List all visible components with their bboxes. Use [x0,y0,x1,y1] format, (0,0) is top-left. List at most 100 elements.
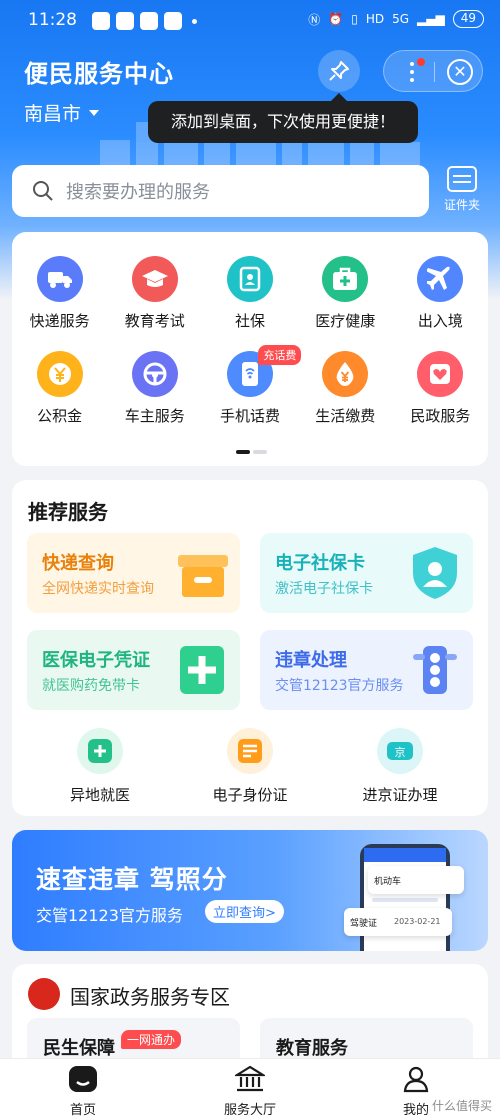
medical-kit-icon [322,256,369,302]
medical-cross-icon [180,646,224,694]
pin-to-desktop-button[interactable] [318,50,360,92]
service-label: 社保 [234,312,265,330]
tile-subtitle: 就医购药免带卡 [42,678,140,694]
notification-app-icon [140,12,158,30]
service-utilities[interactable]: 生活缴费 [298,351,393,426]
pin-icon [329,61,349,81]
gov-tile-title: 民生保障 [43,1038,115,1059]
query-now-button[interactable]: 立即查询> [205,900,284,923]
search-icon [33,181,53,201]
tile-express-query[interactable]: 快递查询 全网快递实时查询 [27,533,240,613]
service-car-owner[interactable]: 车主服务 [107,351,202,426]
license-label: 驾驶证 [350,919,378,929]
shield-person-icon [413,547,457,599]
tile-violation[interactable]: 违章处理 交管12123官方服务 [260,630,473,710]
nfc-icon: Ⓝ [308,12,321,27]
phone-header [364,848,446,862]
tab-label: 我的 [402,1103,429,1118]
page-indicator [236,450,267,454]
search-placeholder: 搜索要办理的服务 [66,182,210,203]
tab-service-hall[interactable]: 服务大厅 [190,1065,310,1118]
tile-subtitle: 激活电子社保卡 [275,581,373,597]
tile-title: 医保电子凭证 [42,650,150,671]
service-label: 快递服务 [29,312,90,330]
service-label: 公积金 [37,407,83,425]
recommended-card: 推荐服务 快递查询 全网快递实时查询 电子社保卡 激活电子社保卡 医保电子凭证 … [12,480,488,816]
city-name: 南昌市 [24,103,82,125]
status-indicators: Ⓝ ⏰ ▯ HD 5G ▂▄▆ 49 [308,10,484,28]
service-education[interactable]: 教育考试 [107,256,202,331]
mini-label: 进京证办理 [362,786,438,804]
license-date: 2023-02-21 [394,917,441,926]
one-stop-badge: 一网通办 [121,1030,182,1049]
service-label: 医疗健康 [315,312,376,330]
service-social-security[interactable]: 社保 [202,256,297,331]
search-bar[interactable]: 搜索要办理的服务 [12,165,429,217]
home-icon [69,1066,97,1092]
tile-subtitle: 全网快递实时查询 [42,581,154,597]
tile-medical-voucher[interactable]: 医保电子凭证 就医购药免带卡 [27,630,240,710]
drop-yuan-icon [322,351,369,397]
city-selector[interactable]: 南昌市 [24,99,100,126]
tile-e-social-card[interactable]: 电子社保卡 激活电子社保卡 [260,533,473,613]
page-dot [253,450,267,454]
service-label: 出入境 [417,312,463,330]
banner-title: 速查违章 驾照分 [36,865,228,894]
signal-icon: ▂▄▆ [417,12,445,26]
service-label: 手机话费 [219,407,280,425]
service-civil-affairs[interactable]: 民政服务 [393,351,488,426]
add-to-desktop-tooltip[interactable]: 添加到桌面，下次使用更便捷！ [148,93,418,143]
tab-label: 服务大厅 [223,1103,276,1118]
service-medical[interactable]: 医疗健康 [298,256,393,331]
recommended-title: 推荐服务 [28,500,108,524]
service-phone-bill[interactable]: 充话费 手机话费 [202,345,302,426]
certificate-folder-button[interactable]: 证件夹 [440,166,484,213]
service-housing-fund[interactable]: 公积金 [12,351,107,426]
mini-label: 异地就医 [69,786,130,804]
mini-label: 电子身份证 [212,786,288,804]
service-express[interactable]: 快递服务 [12,256,107,331]
status-time: 11:28 [28,10,77,30]
tile-title: 快递查询 [42,553,114,574]
page-dot-active [236,450,250,454]
svg-text:京: 京 [395,745,406,759]
card-folder-icon [447,166,477,192]
notification-app-icon [116,12,134,30]
tile-title: 违章处理 [275,650,347,671]
chevron-down-icon [89,109,100,116]
more-notifications-dot [192,19,197,24]
vehicle-label: 机动车 [374,877,402,887]
services-grid: 快递服务 教育考试 社保 医疗健康 出入境 公积金 车主服务 充话费 手机话费 … [12,256,488,426]
vibrate-icon: ▯ [351,12,358,26]
status-app-icons [92,12,197,30]
tile-title: 电子社保卡 [275,553,365,574]
id-card-icon [227,728,273,774]
notification-app-icon [164,12,182,30]
tab-home[interactable]: 首页 [23,1065,143,1118]
service-label: 生活缴费 [315,407,376,425]
tile-subtitle: 交管12123官方服务 [275,678,404,694]
id-badge-icon [226,256,273,302]
close-icon[interactable]: ✕ [447,59,473,85]
graduation-cap-icon [131,256,178,302]
services-card: 快递服务 教育考试 社保 医疗健康 出入境 公积金 车主服务 充话费 手机话费 … [12,232,488,466]
mini-remote-medical[interactable]: 异地就医 [30,728,170,805]
page-title: 便民服务中心 [24,60,174,88]
status-bar: 11:28 Ⓝ ⏰ ▯ HD 5G ▂▄▆ 49 [0,0,500,40]
mini-e-id-card[interactable]: 电子身份证 [180,728,320,805]
service-label: 教育考试 [124,312,185,330]
gov-tile-title: 教育服务 [276,1038,348,1059]
airplane-icon [417,256,464,302]
truck-icon [36,256,83,302]
steering-wheel-icon [131,351,178,397]
mini-beijing-pass[interactable]: 京 进京证办理 [330,728,470,805]
notification-app-icon [92,12,110,30]
capsule-divider [434,62,435,82]
service-immigration[interactable]: 出入境 [393,256,488,331]
promo-banner[interactable]: 速查违章 驾照分 交管12123官方服务 立即查询> 机动车 驾驶证 2023-… [12,830,488,951]
bottom-tab-bar: 首页 服务大厅 我的 [0,1058,500,1118]
watermark: 什么值得买 [431,1099,492,1113]
battery-indicator: 49 [452,10,484,28]
hospital-plus-icon [77,728,123,774]
yuan-coin-icon [36,351,83,397]
